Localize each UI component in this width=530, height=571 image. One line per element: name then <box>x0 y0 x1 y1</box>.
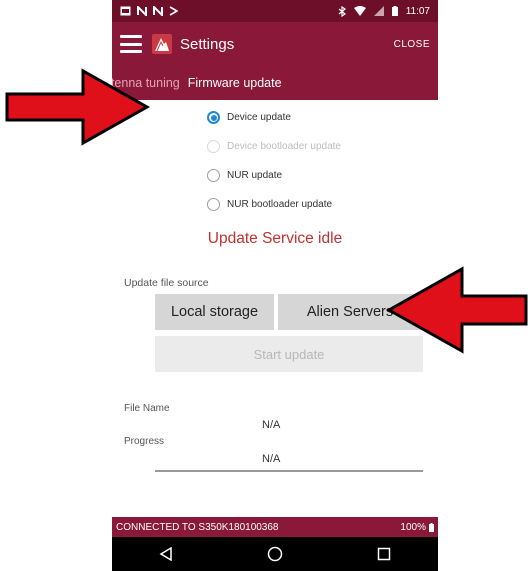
annotation-arrow-left-icon <box>386 266 528 354</box>
file-name-label: File Name <box>124 403 170 414</box>
annotation-arrow-right-icon <box>5 68 150 146</box>
local-storage-button[interactable]: Local storage <box>155 294 274 330</box>
recents-icon[interactable] <box>374 544 394 564</box>
wifi-icon <box>353 6 366 16</box>
service-status-text: Update Service idle <box>207 230 343 247</box>
update-source-label: Update file source <box>124 277 209 289</box>
radio-button-disabled <box>207 140 220 153</box>
notification-icons <box>120 6 178 16</box>
signal-icon <box>373 6 384 16</box>
progress-value: N/A <box>262 453 281 465</box>
progress-divider <box>155 470 423 472</box>
app-logo-icon <box>152 34 172 54</box>
radio-button[interactable] <box>207 198 220 211</box>
radio-device-update[interactable]: Device update <box>207 103 341 132</box>
close-button[interactable]: CLOSE <box>394 39 430 50</box>
n-notification-icon-2 <box>153 6 163 16</box>
menu-icon[interactable] <box>120 35 142 53</box>
system-icons: 11:07 <box>338 5 430 17</box>
app-toolbar: Settings CLOSE <box>112 22 438 66</box>
image-notification-icon <box>120 6 131 16</box>
n-notification-icon <box>137 6 147 16</box>
progress-label: Progress <box>124 436 165 447</box>
radio-label: Device bootloader update <box>227 141 341 152</box>
battery-icon <box>391 6 398 16</box>
radio-nur-bootloader-update[interactable]: NUR bootloader update <box>207 190 341 219</box>
radio-nur-update[interactable]: NUR update <box>207 161 341 190</box>
radio-label: Device update <box>227 112 291 123</box>
connection-text: CONNECTED TO S350K180100368 <box>116 521 279 533</box>
play-notification-icon <box>169 6 178 16</box>
page-title: Settings <box>180 35 235 53</box>
bluetooth-icon <box>338 5 346 17</box>
battery-percent: 100% <box>400 521 426 533</box>
radio-label: NUR bootloader update <box>227 199 333 210</box>
clock: 11:07 <box>405 5 430 17</box>
radio-button-checked[interactable] <box>207 111 220 124</box>
home-icon[interactable] <box>265 544 285 564</box>
radio-button[interactable] <box>207 169 220 182</box>
start-update-button: Start update <box>155 336 423 372</box>
android-nav-bar <box>112 537 438 571</box>
device-battery: 100% <box>400 522 434 533</box>
file-name-value: N/A <box>262 419 281 431</box>
status-bar: 11:07 <box>112 0 438 22</box>
radio-label: NUR update <box>227 170 283 181</box>
connection-status-bar: CONNECTED TO S350K180100368 100% <box>112 517 438 537</box>
radio-device-bootloader-update: Device bootloader update <box>207 132 341 161</box>
back-icon[interactable] <box>156 544 176 564</box>
battery-icon <box>429 522 434 532</box>
update-type-radio-group: Device update Device bootloader update N… <box>207 103 341 219</box>
settings-tabs: ntenna tuning Firmware update <box>112 66 438 100</box>
tab-firmware-update[interactable]: Firmware update <box>188 76 282 90</box>
